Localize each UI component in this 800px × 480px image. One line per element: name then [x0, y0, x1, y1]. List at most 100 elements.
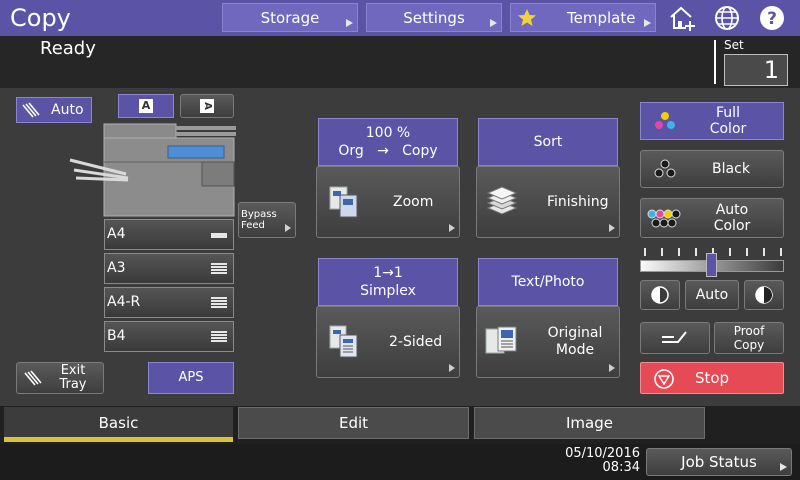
aps-label: APS	[178, 370, 204, 385]
star-icon	[518, 8, 536, 26]
template-button[interactable]: Template	[510, 3, 656, 32]
aps-button[interactable]: APS	[148, 362, 234, 394]
storage-button[interactable]: Storage	[222, 3, 358, 32]
tab-image-label: Image	[566, 414, 613, 432]
bypass-feed-label: Bypass Feed	[241, 209, 277, 231]
black-button[interactable]: Black	[640, 150, 784, 188]
original-mode-value: Text/Photo	[511, 274, 585, 290]
tray-label: B4	[107, 328, 126, 344]
tray-paper-level-icon	[211, 297, 227, 309]
stop-label: Stop	[694, 369, 730, 387]
lighter-icon	[651, 286, 669, 304]
interrupt-button[interactable]	[640, 322, 710, 354]
tray-label: A4	[107, 226, 126, 242]
black-toner-icon	[654, 159, 676, 178]
exit-tray-button[interactable]: Exit Tray	[16, 362, 104, 394]
job-status-button[interactable]: Job Status	[646, 448, 792, 476]
settings-label: Settings	[403, 8, 465, 27]
zoom-button[interactable]: Zoom	[316, 166, 460, 238]
auto-color-icon	[647, 209, 681, 228]
tab-basic-label: Basic	[98, 414, 139, 432]
date-time: 05/10/2016 08:34	[560, 447, 640, 475]
orientation-landscape-button[interactable]: A	[180, 94, 234, 118]
tab-basic[interactable]: Basic	[4, 407, 233, 439]
portrait-a-icon: A	[139, 99, 153, 113]
template-label: Template	[567, 8, 636, 27]
tray-paper-level-icon	[211, 331, 227, 343]
status-text: Ready	[40, 38, 96, 59]
proof-copy-label: Proof Copy	[733, 324, 765, 352]
duplex-header: 1→1 Simplex	[318, 258, 458, 306]
full-color-icon	[655, 112, 675, 129]
set-label: Set	[724, 38, 744, 52]
home-add-icon[interactable]	[668, 4, 696, 32]
zoom-ratio-header: 100 % Org → Copy	[318, 118, 458, 166]
sort-value: Sort	[533, 134, 563, 150]
finishing-stack-icon	[486, 186, 518, 215]
zoom-icon	[329, 186, 358, 218]
duplex-mode-value: 1→1	[373, 265, 403, 281]
tray-a4[interactable]: A4	[104, 219, 234, 250]
storage-label: Storage	[260, 8, 320, 27]
full-color-button[interactable]: Full Color	[640, 102, 784, 140]
two-sided-icon	[329, 325, 358, 358]
exit-tray-icon	[24, 370, 42, 386]
original-mode-button[interactable]: Original Mode	[476, 306, 620, 378]
tray-paper-level-icon	[211, 263, 227, 275]
original-mode-label: Original Mode	[547, 325, 603, 358]
app-title: Copy	[10, 4, 71, 32]
help-icon[interactable]: ?	[758, 4, 786, 32]
tray-a4r[interactable]: A4-R	[104, 287, 234, 318]
finishing-button[interactable]: Finishing	[476, 166, 620, 238]
density-auto-label: Auto	[695, 287, 729, 303]
paper-stack-icon	[22, 102, 40, 118]
stop-button[interactable]: Stop	[640, 362, 784, 394]
auto-paper-label: Auto	[51, 102, 84, 118]
tray-b4[interactable]: B4	[104, 321, 234, 352]
tray-label: A4-R	[107, 294, 141, 310]
orientation-portrait-button[interactable]: A	[118, 94, 174, 118]
duplex-mode-name: Simplex	[360, 283, 416, 299]
tray-paper-level-icon	[211, 233, 227, 238]
interrupt-icon	[662, 331, 687, 343]
density-lighter-button[interactable]	[640, 280, 680, 310]
bypass-feed-button[interactable]: Bypass Feed	[238, 202, 296, 238]
set-divider	[714, 40, 716, 84]
exit-tray-label: Exit Tray	[59, 363, 87, 392]
tray-label: A3	[107, 260, 126, 276]
auto-color-label: Auto Color	[713, 202, 751, 234]
active-tab-indicator	[4, 437, 233, 442]
two-sided-label: 2-Sided	[389, 334, 443, 350]
tray-a3[interactable]: A3	[104, 253, 234, 284]
settings-button[interactable]: Settings	[366, 3, 502, 32]
tab-edit-label: Edit	[338, 414, 369, 432]
sort-header: Sort	[478, 118, 618, 166]
tab-image[interactable]: Image	[474, 407, 705, 439]
date-text: 05/10/2016	[565, 446, 640, 461]
density-slider-handle[interactable]	[706, 253, 717, 277]
svg-text:?: ?	[767, 9, 777, 29]
stop-icon	[654, 369, 674, 389]
landscape-a-icon: A	[200, 99, 214, 113]
density-darker-button[interactable]	[744, 280, 784, 310]
black-label: Black	[712, 161, 750, 177]
zoom-ratio-value: 100 %	[365, 125, 411, 141]
copy-count-display[interactable]: 1	[724, 54, 788, 86]
original-mode-icon	[485, 326, 517, 354]
globe-icon[interactable]	[713, 4, 741, 32]
two-sided-button[interactable]: 2-Sided	[316, 306, 460, 378]
status-bar	[0, 36, 800, 88]
zoom-label: Zoom	[393, 194, 434, 210]
copier-illustration-icon	[69, 123, 236, 217]
proof-copy-button[interactable]: Proof Copy	[714, 322, 784, 354]
tab-edit[interactable]: Edit	[238, 407, 469, 439]
zoom-ratio-direction: Org → Copy	[338, 143, 438, 159]
original-mode-header: Text/Photo	[478, 258, 618, 306]
job-status-label: Job Status	[681, 453, 757, 471]
darker-icon	[755, 286, 773, 304]
full-color-label: Full Color	[709, 105, 747, 137]
time-text: 08:34	[602, 460, 640, 475]
finishing-label: Finishing	[547, 194, 609, 210]
auto-color-button[interactable]: Auto Color	[640, 198, 784, 238]
density-auto-button[interactable]: Auto	[685, 280, 739, 310]
